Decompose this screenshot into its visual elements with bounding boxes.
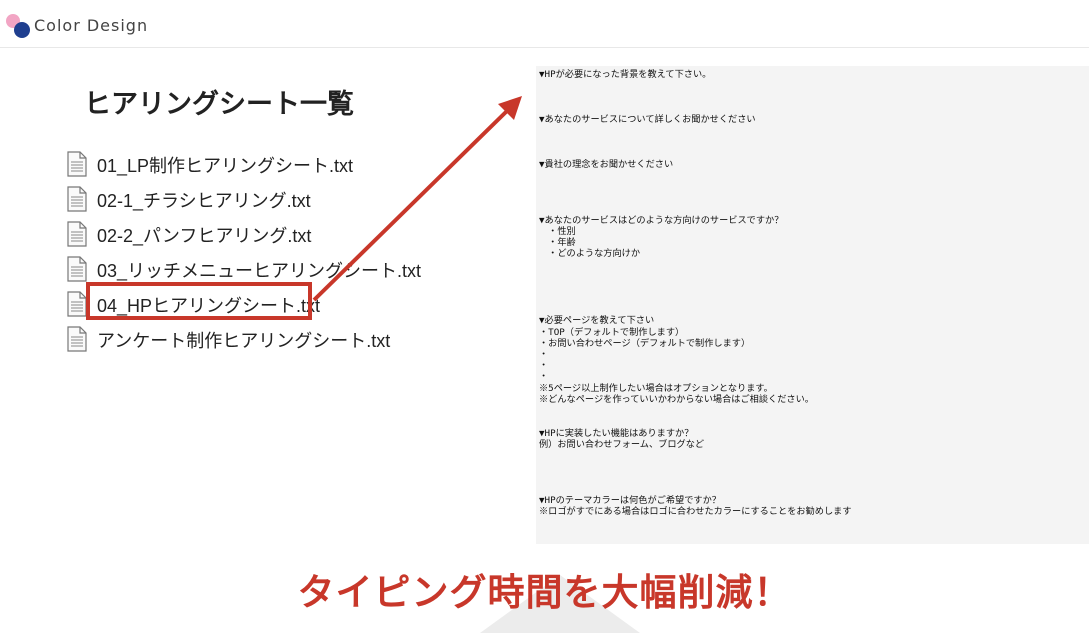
file-name: アンケート制作ヒアリングシート.txt (97, 331, 391, 351)
brand-name: Color Design (34, 16, 149, 35)
color-design-logo-icon (6, 14, 32, 40)
caption-banner: タイピング時間を大幅削減！ (297, 571, 792, 614)
text-file-icon (67, 151, 87, 177)
document-text: ▼HPが必要になった背景を教えて下さい。 ▼あなたのサービスについて詳しくお聞か… (539, 69, 852, 517)
page-title: ヒアリングシート一覧 (84, 89, 354, 120)
file-name: 02-2_パンフヒアリング.txt (97, 226, 312, 246)
selected-file-highlight (86, 282, 312, 320)
text-file-icon (67, 221, 87, 247)
file-name: 03_リッチメニューヒアリングシート.txt (97, 261, 422, 281)
top-header: Color Design (0, 0, 1089, 48)
text-file-icon (67, 291, 87, 317)
text-file-icon (67, 186, 87, 212)
text-file-icon (67, 326, 87, 352)
file-name: 01_LP制作ヒアリングシート.txt (97, 156, 354, 176)
text-file-icon (67, 256, 87, 282)
document-preview: ▼HPが必要になった背景を教えて下さい。 ▼あなたのサービスについて詳しくお聞か… (536, 66, 1089, 544)
file-name: 02-1_チラシヒアリング.txt (97, 191, 311, 211)
